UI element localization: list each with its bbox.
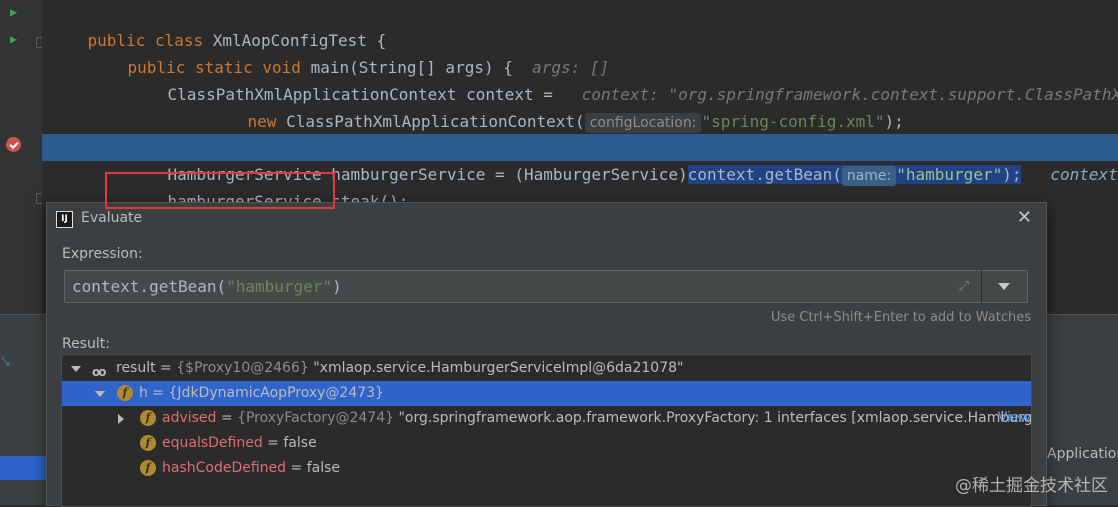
result-label: Result: bbox=[62, 336, 110, 352]
view-link[interactable]: View bbox=[998, 406, 1031, 431]
tree-row[interactable]: oo result = {$Proxy10@2466} "xmlaop.serv… bbox=[62, 356, 1031, 381]
equals-sign: = bbox=[216, 410, 238, 426]
equals-sign: = bbox=[286, 460, 307, 476]
tree-row[interactable]: f hashCodeDefined = false bbox=[62, 456, 1031, 481]
expression-label: Expression: bbox=[62, 246, 143, 262]
step-into-icon[interactable]: ⤥ bbox=[2, 354, 10, 370]
field-icon: f bbox=[117, 385, 133, 401]
watch-glasses-icon: oo bbox=[92, 365, 107, 379]
dialog-title-bar[interactable]: IJ Evaluate ✕ bbox=[47, 203, 1046, 235]
collapse-arrow-icon[interactable] bbox=[95, 391, 105, 397]
run-main-icon[interactable]: ▶ bbox=[10, 32, 17, 46]
variable-value: "org.springframework.aop.framework.Proxy… bbox=[394, 410, 1032, 426]
field-icon: f bbox=[140, 460, 156, 476]
tree-row[interactable]: f advised = {ProxyFactory@2474} "org.spr… bbox=[62, 406, 1031, 431]
run-class-icon[interactable]: ▶ bbox=[10, 5, 17, 19]
variable-name: h bbox=[139, 385, 148, 401]
frame-text: ApplicationC bbox=[1047, 446, 1118, 462]
variable-name: equalsDefined bbox=[162, 435, 263, 451]
evaluate-dialog: IJ Evaluate ✕ Expression: context.getBea… bbox=[46, 202, 1047, 507]
variable-name: result bbox=[116, 360, 156, 376]
expression-history-dropdown[interactable] bbox=[981, 270, 1028, 303]
intellij-icon: IJ bbox=[56, 211, 73, 228]
variable-value: false bbox=[283, 435, 317, 451]
breakpoint-icon[interactable] bbox=[6, 137, 21, 152]
field-icon: f bbox=[140, 435, 156, 451]
watermark: @稀土掘金技术社区 bbox=[955, 476, 1108, 496]
equals-sign: = bbox=[262, 435, 284, 451]
code-line-2: public static void main(String[] args) {… bbox=[42, 27, 1118, 77]
keyword: new bbox=[247, 112, 277, 131]
watches-hint: Use Ctrl+Shift+Enter to add to Watches bbox=[770, 310, 1031, 325]
parameter-hint: configLocation: bbox=[584, 113, 702, 133]
expression-text: context.getBean("hamburger") bbox=[72, 271, 342, 302]
equals-sign: = bbox=[147, 385, 169, 401]
expression-close: ) bbox=[332, 277, 342, 296]
string-literal: "spring-config.xml" bbox=[701, 112, 885, 131]
expression-input[interactable]: context.getBean("hamburger") ⤢ bbox=[64, 270, 982, 303]
current-execution-line: HamburgerService hamburgerService = (Ham… bbox=[42, 134, 1118, 186]
result-tree[interactable]: oo result = {$Proxy10@2466} "xmlaop.serv… bbox=[61, 354, 1032, 507]
field-icon: f bbox=[140, 410, 156, 426]
expression-call: context.getBean( bbox=[72, 277, 227, 296]
collapse-arrow-icon[interactable] bbox=[71, 366, 81, 372]
variable-value: false bbox=[306, 460, 340, 476]
variable-name: advised bbox=[162, 410, 217, 426]
variable-value: {JdkDynamicAopProxy@2473} bbox=[168, 385, 384, 401]
code-line-1: public class XmlAopConfigTest { bbox=[42, 0, 1118, 50]
code-text: ClassPathXmlApplicationContext( bbox=[276, 112, 585, 131]
expand-arrow-icon[interactable] bbox=[118, 414, 124, 424]
variable-type: {ProxyFactory@2474} bbox=[237, 410, 395, 426]
tree-row-selected[interactable]: f h = {JdkDynamicAopProxy@2473} bbox=[62, 381, 1031, 406]
code-text: ); bbox=[884, 112, 904, 131]
code-line-4: new ClassPathXmlApplicationContext(confi… bbox=[42, 81, 1118, 133]
equals-sign: = bbox=[155, 360, 177, 376]
tree-row[interactable]: f equalsDefined = false bbox=[62, 431, 1031, 456]
dialog-title: Evaluate bbox=[81, 210, 143, 226]
code-line-7: hamburgerService.steak(); bbox=[42, 161, 1118, 211]
variable-value: "xmlaop.service.HamburgerServiceImpl@6da… bbox=[308, 360, 684, 376]
expand-icon[interactable]: ⤢ bbox=[959, 279, 969, 294]
frames-selected-row[interactable] bbox=[0, 456, 46, 480]
variable-name: hashCodeDefined bbox=[162, 460, 287, 476]
variable-type: {$Proxy10@2466} bbox=[176, 360, 309, 376]
close-button[interactable]: ✕ bbox=[1017, 207, 1032, 228]
expression-arg: "hamburger" bbox=[226, 277, 333, 296]
code-line-3: ClassPathXmlApplicationContext context =… bbox=[42, 54, 1118, 104]
